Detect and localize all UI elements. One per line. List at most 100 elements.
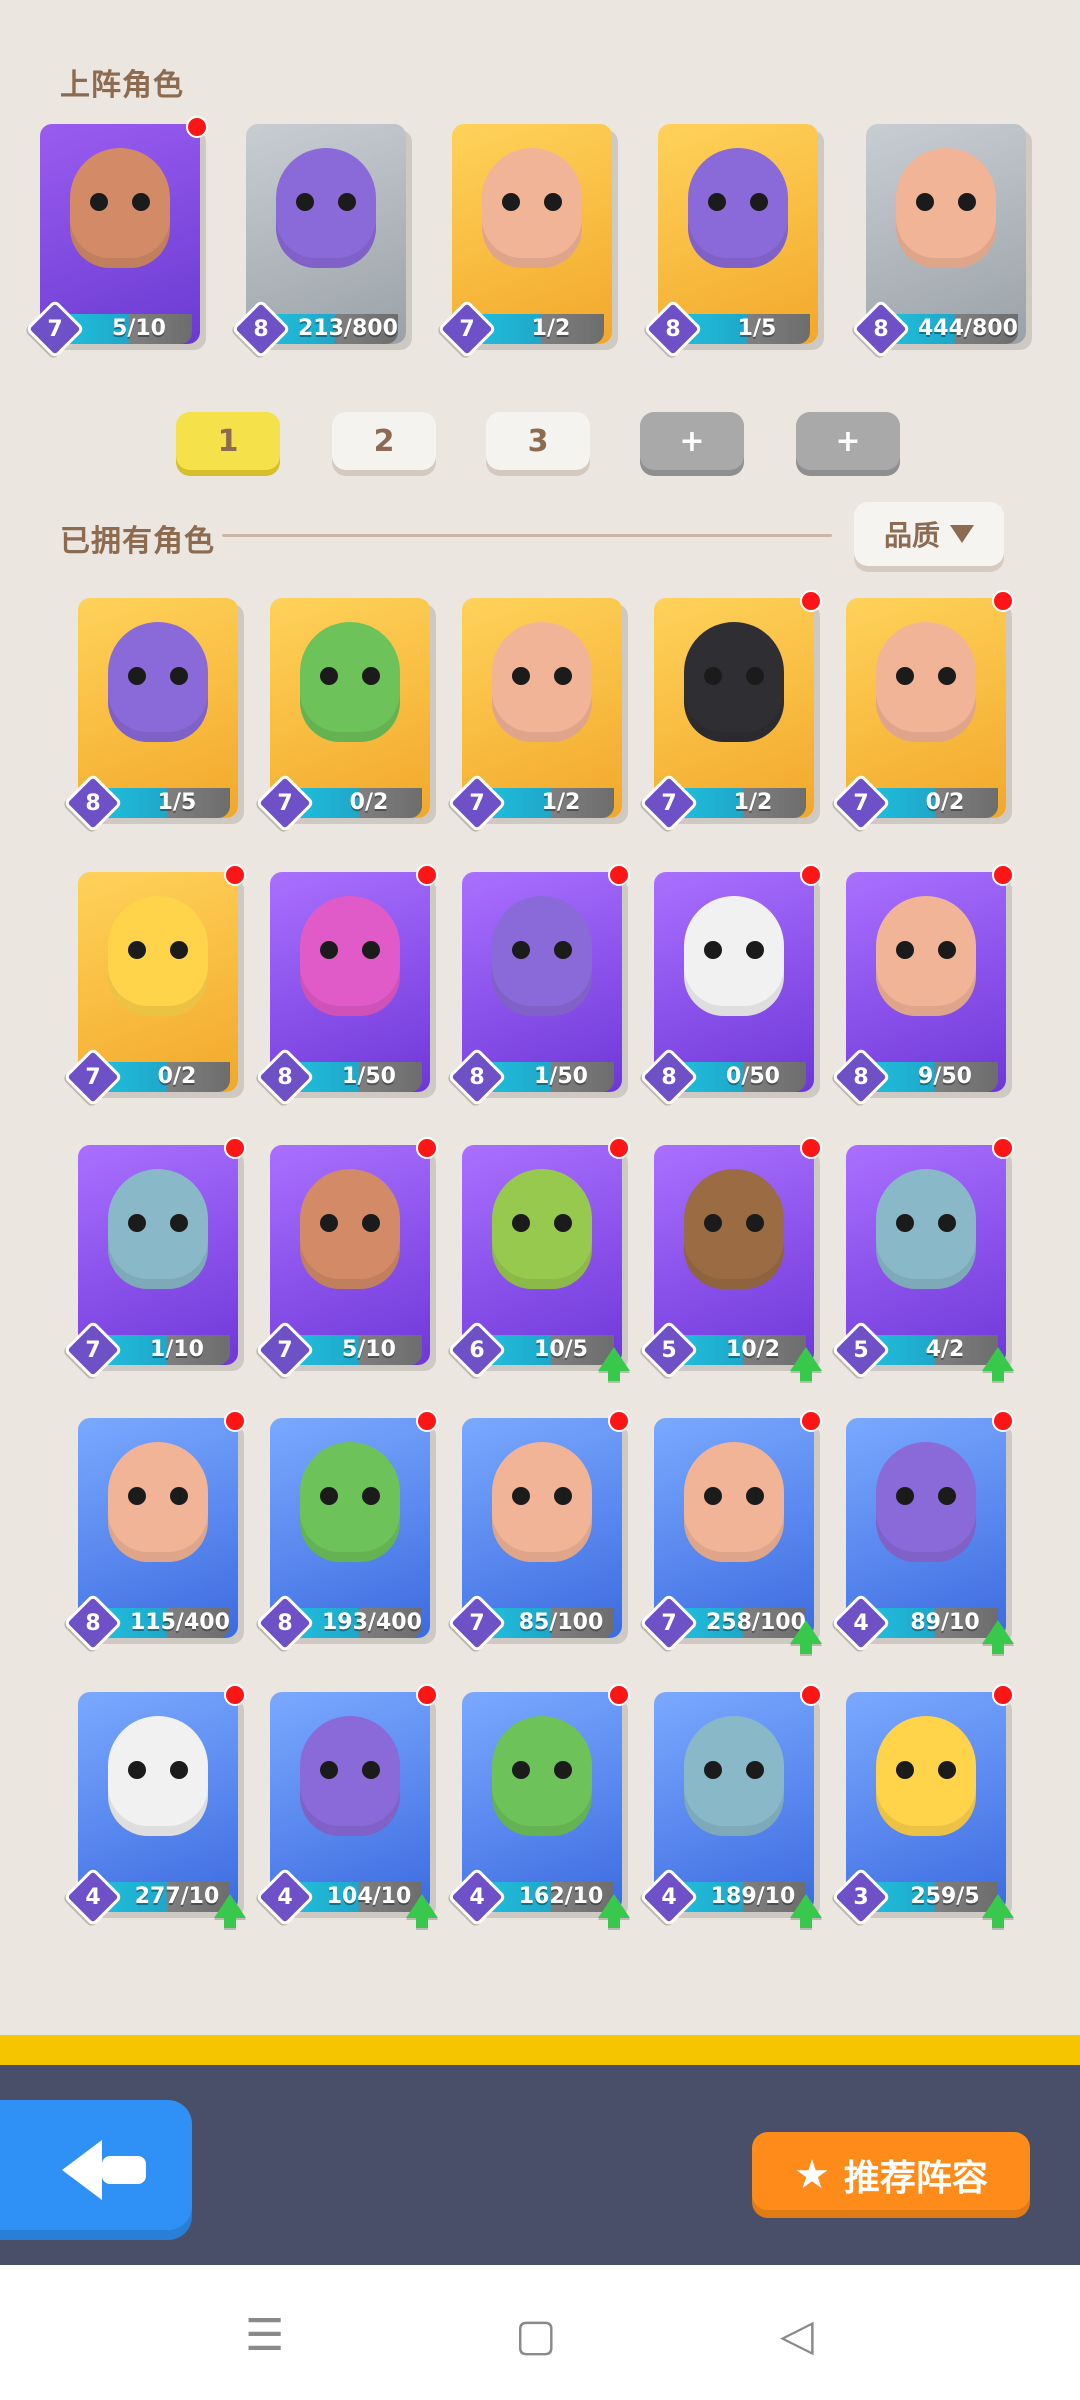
owned-character-card[interactable]: 115/400 8	[63, 1410, 246, 1653]
card-progress-text: 0/2	[925, 790, 965, 815]
squad-tab-add-2[interactable]: +	[796, 412, 900, 470]
owned-character-card[interactable]: 1/10 7	[63, 1137, 246, 1380]
owned-character-card[interactable]: 258/100 7	[639, 1410, 822, 1654]
home-icon[interactable]: ▢	[515, 2310, 557, 2361]
character-eyes	[320, 1214, 380, 1234]
character-eyes	[916, 193, 976, 213]
character-portrait	[300, 896, 400, 1016]
owned-section-title: 已拥有角色	[60, 524, 215, 559]
character-eyes	[704, 1761, 764, 1781]
card-progress-text: 259/5	[910, 1884, 980, 1909]
character-portrait	[108, 1442, 208, 1562]
card-progress-text: 104/10	[326, 1884, 412, 1909]
character-portrait	[492, 1169, 592, 1289]
squad-tab-3[interactable]: 3	[486, 412, 590, 470]
owned-character-card[interactable]: 85/100 7	[447, 1410, 630, 1653]
owned-character-card[interactable]: 89/10 4	[831, 1410, 1014, 1654]
upgrade-arrow-icon	[982, 1347, 1014, 1381]
recommend-lineup-button[interactable]: ★ 推荐阵容	[752, 2132, 1030, 2218]
owned-character-card[interactable]: 0/2 7	[63, 864, 246, 1107]
owned-character-card[interactable]: 1/50 8	[255, 864, 438, 1107]
upgrade-arrow-icon	[406, 1894, 438, 1928]
level-badge-text: 8	[277, 1610, 293, 1636]
character-eyes	[320, 941, 380, 961]
card-progress-text: 4/2	[925, 1337, 965, 1362]
owned-character-card[interactable]: 193/400 8	[255, 1410, 438, 1653]
card-progress-text: 85/100	[518, 1610, 604, 1635]
squad-tab-1[interactable]: 1	[176, 412, 280, 470]
deployed-character-card[interactable]: 1/5 8	[643, 124, 818, 359]
card-progress-text: 162/10	[518, 1884, 604, 1909]
back-button[interactable]	[0, 2100, 192, 2240]
back-arrow-icon	[62, 2140, 146, 2200]
card-progress-text: 89/10	[910, 1610, 980, 1635]
character-eyes	[704, 1214, 764, 1234]
character-portrait	[688, 148, 788, 268]
squad-tab-2[interactable]: 2	[332, 412, 436, 470]
character-portrait	[876, 622, 976, 742]
card-progress-text: 1/2	[531, 316, 571, 341]
character-portrait	[492, 1442, 592, 1562]
card-progress-text: 189/10	[710, 1884, 796, 1909]
owned-character-card[interactable]: 10/5 6	[447, 1137, 630, 1381]
owned-character-card[interactable]: 162/10 4	[447, 1684, 630, 1928]
character-eyes	[512, 941, 572, 961]
card-progress-text: 115/400	[130, 1610, 230, 1635]
upgrade-arrow-icon	[790, 1620, 822, 1654]
owned-character-card[interactable]: 9/50 8	[831, 864, 1014, 1107]
level-badge-text: 7	[47, 316, 63, 342]
level-badge-text: 5	[661, 1337, 677, 1363]
owned-character-card[interactable]: 1/50 8	[447, 864, 630, 1107]
owned-character-card[interactable]: 1/2 7	[447, 598, 622, 833]
owned-character-card[interactable]: 277/10 4	[63, 1684, 246, 1928]
back-triangle-icon[interactable]: ◁	[780, 2310, 814, 2361]
character-portrait	[876, 896, 976, 1016]
owned-character-card[interactable]: 104/10 4	[255, 1684, 438, 1928]
deployed-character-card[interactable]: 1/2 7	[437, 124, 612, 359]
card-progress-text: 193/400	[322, 1610, 422, 1635]
character-eyes	[512, 667, 572, 687]
owned-character-card[interactable]: 1/5 8	[63, 598, 238, 833]
squad-tab-add-1[interactable]: +	[640, 412, 744, 470]
quality-filter-dropdown[interactable]: 品质	[854, 502, 1004, 566]
deployed-character-card[interactable]: 213/800 8	[231, 124, 406, 359]
level-badge-text: 7	[85, 1337, 101, 1363]
recommend-lineup-label: 推荐阵容	[843, 2158, 988, 2199]
card-progress-text: 1/50	[342, 1064, 396, 1089]
owned-character-card[interactable]: 10/2 5	[639, 1137, 822, 1381]
card-progress-text: 10/5	[534, 1337, 588, 1362]
deployed-character-card[interactable]: 444/800 8	[851, 124, 1026, 359]
character-eyes	[896, 1761, 956, 1781]
character-portrait	[684, 896, 784, 1016]
deployed-character-card[interactable]: 5/10 7	[25, 116, 208, 359]
character-portrait	[876, 1169, 976, 1289]
owned-character-card[interactable]: 259/5 3	[831, 1684, 1014, 1928]
owned-character-card[interactable]: 0/2 7	[255, 598, 430, 833]
character-portrait	[684, 1716, 784, 1836]
character-eyes	[512, 1761, 572, 1781]
owned-character-card[interactable]: 0/50 8	[639, 864, 822, 1107]
level-badge-text: 8	[661, 1064, 677, 1090]
character-portrait	[684, 1169, 784, 1289]
level-badge-text: 8	[469, 1064, 485, 1090]
character-portrait	[492, 1716, 592, 1836]
character-portrait	[108, 622, 208, 742]
card-progress-text: 5/10	[112, 316, 166, 341]
notification-dot	[224, 1410, 246, 1432]
character-eyes	[90, 193, 150, 213]
character-eyes	[704, 1487, 764, 1507]
notification-dot	[800, 864, 822, 886]
owned-character-card[interactable]: 189/10 4	[639, 1684, 822, 1928]
card-progress-text: 277/10	[134, 1884, 220, 1909]
level-badge-text: 4	[661, 1884, 677, 1910]
owned-character-card[interactable]: 1/2 7	[639, 590, 822, 833]
owned-character-card[interactable]: 0/2 7	[831, 590, 1014, 833]
owned-character-card[interactable]: 5/10 7	[255, 1137, 438, 1380]
notification-dot	[186, 116, 208, 138]
upgrade-arrow-icon	[982, 1620, 1014, 1654]
owned-character-card[interactable]: 4/2 5	[831, 1137, 1014, 1381]
level-badge-text: 7	[277, 1337, 293, 1363]
character-portrait	[300, 1716, 400, 1836]
menu-icon[interactable]: ☰	[245, 2310, 284, 2361]
character-eyes	[502, 193, 562, 213]
